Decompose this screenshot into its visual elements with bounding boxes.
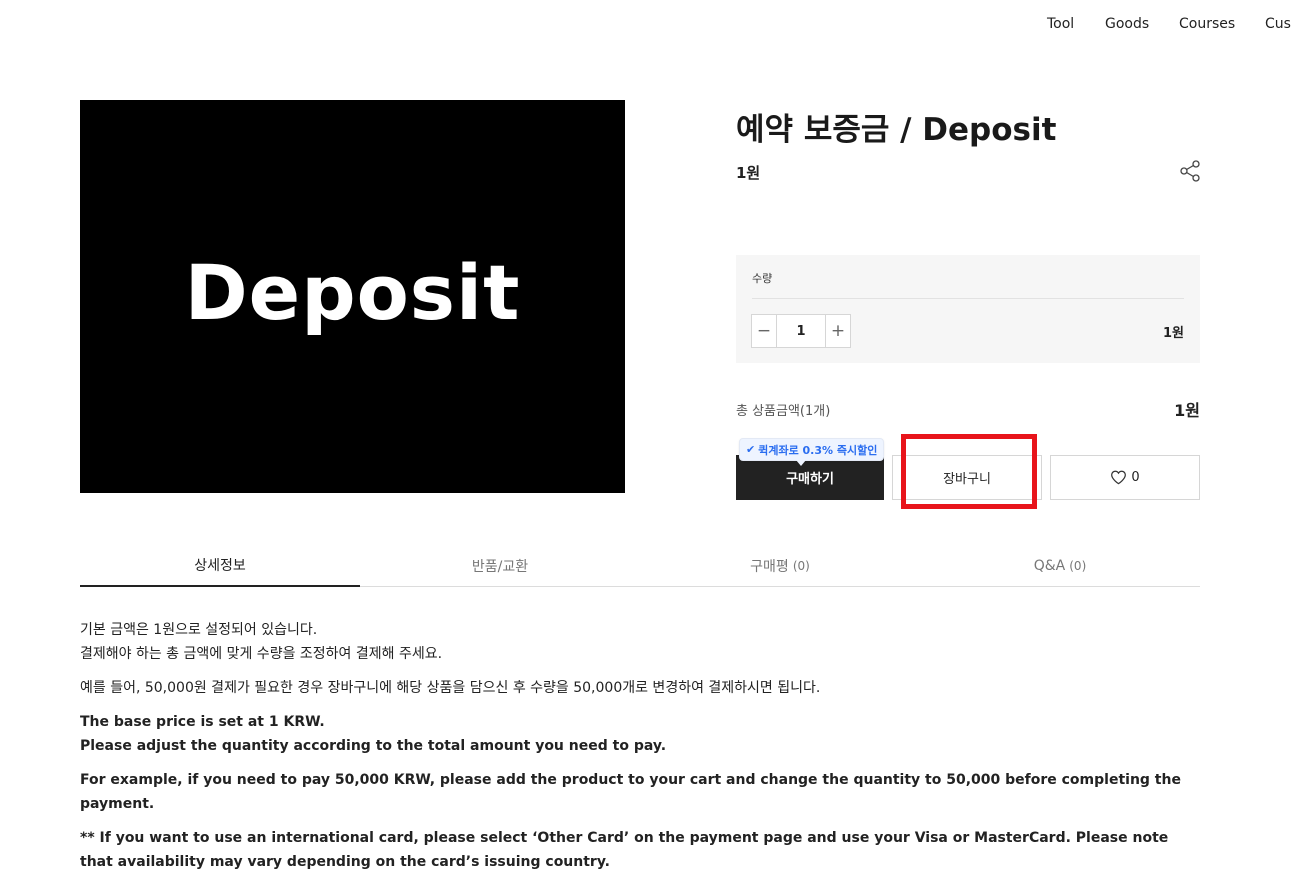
quantity-stepper: − 1 + — [751, 314, 851, 348]
product-image-text: Deposit — [184, 248, 521, 337]
add-to-cart-button[interactable]: 장바구니 — [892, 455, 1042, 500]
heart-icon — [1111, 470, 1127, 485]
tab-label: 구매평 — [750, 558, 789, 575]
promo-badge: ✔ 퀵계좌로 0.3% 즉시할인 — [739, 438, 885, 466]
product-price: 1원 — [736, 164, 761, 182]
quantity-input[interactable]: 1 — [776, 315, 826, 347]
desc-en-example: For example, if you need to pay 50,000 K… — [80, 772, 1181, 812]
check-icon: ✔ — [746, 443, 756, 456]
desc-ko-line1: 기본 금액은 1원으로 설정되어 있습니다. — [80, 622, 318, 638]
line-price: 1원 — [1162, 326, 1184, 341]
divider — [752, 298, 1184, 299]
quantity-label: 수량 — [752, 272, 773, 285]
top-nav: Tool Goods Courses Cus — [0, 0, 1293, 50]
desc-en-note: ** If you want to use an international c… — [80, 830, 1169, 870]
tab-count: (0) — [792, 558, 810, 573]
promo-text: 퀵계좌로 0.3% 즉시할인 — [758, 443, 878, 457]
desc-ko-example: 예를 들어, 50,000원 결제가 필요한 경우 장바구니에 해당 상품을 담… — [80, 680, 821, 696]
tab-reviews[interactable]: 구매평 (0) — [640, 545, 920, 586]
tab-return-exchange[interactable]: 반품/교환 — [360, 545, 640, 586]
tab-qna[interactable]: Q&A (0) — [920, 545, 1200, 586]
total-label: 총 상품금액(1개) — [736, 404, 831, 419]
desc-en-intro: The base price is set at 1 KRW. Please a… — [80, 710, 1200, 758]
desc-ko-intro: 기본 금액은 1원으로 설정되어 있습니다. 결제해야 하는 총 금액에 맞게 … — [80, 618, 1200, 666]
desc-en-line1: The base price is set at 1 KRW. — [80, 714, 325, 730]
tab-label: Q&A — [1033, 557, 1066, 574]
nav-item-courses[interactable]: Courses — [1179, 16, 1235, 32]
tab-label: 상세정보 — [194, 558, 246, 574]
tab-details[interactable]: 상세정보 — [80, 545, 360, 587]
total-value: 1원 — [1174, 401, 1200, 420]
wishlist-button[interactable]: 0 — [1050, 455, 1200, 500]
decrease-button[interactable]: − — [752, 315, 776, 347]
product-image: Deposit — [80, 100, 625, 493]
desc-ko-line2: 결제해야 하는 총 금액에 맞게 수량을 조정하여 결제해 주세요. — [80, 646, 443, 662]
tab-label: 반품/교환 — [471, 558, 529, 575]
increase-button[interactable]: + — [826, 315, 850, 347]
nav-item-goods[interactable]: Goods — [1105, 16, 1149, 32]
share-icon[interactable] — [1178, 159, 1202, 183]
detail-tabs: 상세정보 반품/교환 구매평 (0) Q&A (0) — [80, 545, 1200, 587]
product-title: 예약 보증금 / Deposit — [736, 112, 1057, 148]
buy-button[interactable]: 구매하기 — [736, 455, 884, 500]
nav-item-customer[interactable]: Cus — [1265, 16, 1291, 32]
quantity-panel: 수량 − 1 + 1원 — [736, 255, 1200, 363]
tab-count: (0) — [1069, 558, 1087, 573]
wishlist-count: 0 — [1131, 470, 1140, 485]
nav-item-tool[interactable]: Tool — [1047, 16, 1074, 32]
desc-en-line2: Please adjust the quantity according to … — [80, 738, 667, 754]
product-description: 기본 금액은 1원으로 설정되어 있습니다. 결제해야 하는 총 금액에 맞게 … — [80, 618, 1200, 877]
